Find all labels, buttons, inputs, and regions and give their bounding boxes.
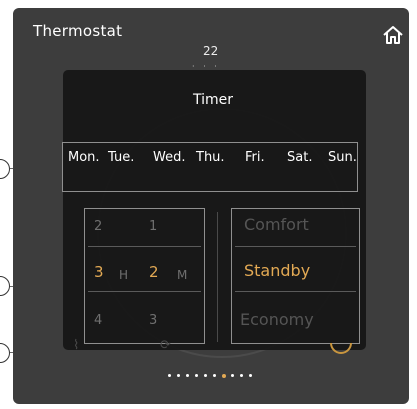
day-sunday[interactable]: Sun. bbox=[328, 150, 357, 165]
page-dot-2[interactable] bbox=[177, 374, 180, 377]
time-picker-line-upper bbox=[88, 246, 201, 247]
page-dot-5[interactable] bbox=[204, 374, 207, 377]
day-saturday[interactable]: Sat. bbox=[287, 150, 312, 165]
bottom-control-left-icon: ⌇ bbox=[73, 338, 80, 353]
page-dot-1[interactable] bbox=[168, 374, 171, 377]
page-dot-3[interactable] bbox=[186, 374, 189, 377]
mode-picker-line-upper bbox=[235, 246, 356, 247]
hour-unit: H bbox=[119, 268, 129, 282]
mode-option-standby[interactable]: Standby bbox=[244, 261, 310, 280]
minute-selected[interactable]: 2 bbox=[149, 263, 159, 281]
page-dot-7[interactable] bbox=[222, 373, 226, 378]
callout-marker-mode bbox=[0, 343, 10, 363]
hour-option-below[interactable]: 4 bbox=[94, 313, 102, 328]
page-dot-9[interactable] bbox=[240, 374, 243, 377]
day-tuesday[interactable]: Tue. bbox=[108, 150, 134, 165]
hour-selected[interactable]: 3 bbox=[94, 263, 104, 281]
minute-option-above[interactable]: 1 bbox=[149, 219, 157, 234]
page-title: Thermostat bbox=[33, 22, 123, 40]
mode-picker-line-lower bbox=[235, 291, 356, 292]
page-dot-4[interactable] bbox=[195, 374, 198, 377]
day-friday[interactable]: Fri. bbox=[245, 150, 265, 165]
mode-option-comfort[interactable]: Comfort bbox=[244, 215, 309, 234]
mode-option-economy[interactable]: Economy bbox=[240, 310, 314, 329]
day-thursday[interactable]: Thu. bbox=[196, 150, 225, 165]
home-icon[interactable] bbox=[382, 24, 404, 46]
bottom-control-center-icon: ⟳ bbox=[160, 338, 171, 353]
hour-option-above[interactable]: 2 bbox=[94, 219, 102, 234]
timer-dialog-title: Timer bbox=[193, 92, 234, 108]
page-dot-10[interactable] bbox=[249, 374, 252, 377]
minute-unit: M bbox=[177, 268, 188, 282]
page-dot-6[interactable] bbox=[213, 374, 216, 377]
picker-divider bbox=[217, 212, 218, 342]
time-picker-line-lower bbox=[88, 291, 201, 292]
day-wednesday[interactable]: Wed. bbox=[153, 150, 185, 165]
callout-marker-days bbox=[0, 159, 10, 179]
callout-marker-time bbox=[0, 276, 10, 296]
day-monday[interactable]: Mon. bbox=[68, 150, 100, 165]
page-dot-8[interactable] bbox=[231, 374, 234, 377]
minute-option-below[interactable]: 3 bbox=[149, 313, 157, 328]
dial-top-temperature: 22 bbox=[203, 44, 219, 58]
